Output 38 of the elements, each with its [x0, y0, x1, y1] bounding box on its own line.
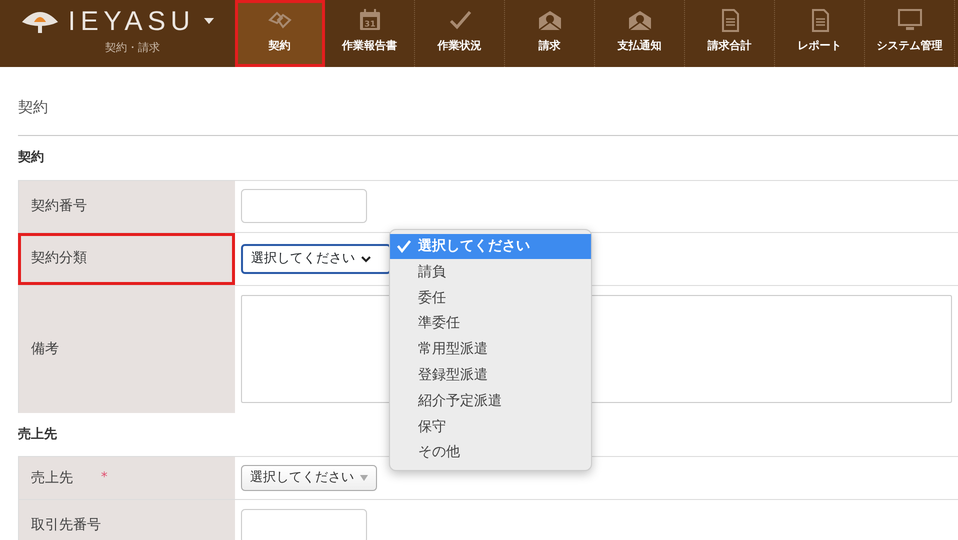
dropdown-option[interactable]: 保守: [390, 414, 591, 440]
caret-icon[interactable]: [203, 16, 216, 26]
field-label: 取引先番号: [18, 500, 235, 540]
dropdown-option[interactable]: 請負: [390, 259, 591, 286]
select-field[interactable]: 選択してください: [241, 244, 391, 274]
field-label: 契約分類: [18, 232, 235, 285]
dropdown-option[interactable]: 委任: [390, 285, 591, 311]
chevron-icon: [361, 254, 371, 263]
nav-tab[interactable]: 請求: [505, 0, 595, 67]
nav-tab[interactable]: システム管理: [865, 0, 955, 67]
nav-tab[interactable]: 契約: [235, 0, 325, 67]
dropdown-option[interactable]: 登録型派遣: [390, 362, 591, 388]
select-field[interactable]: 選択してください: [241, 465, 377, 492]
required-mark: *: [101, 469, 108, 488]
nav-tab[interactable]: レポート: [775, 0, 865, 67]
dropdown-option[interactable]: 常用型派遣: [390, 336, 591, 363]
input-field[interactable]: [241, 189, 367, 224]
logo-text: IEYASU: [68, 6, 196, 36]
check-icon: [396, 238, 412, 254]
field-label: 契約番号: [18, 180, 235, 232]
section-title: 契約: [18, 149, 44, 167]
field-label: 売上先 *: [18, 457, 235, 500]
nav-tab[interactable]: 作業状況: [415, 0, 505, 67]
input-field[interactable]: [241, 508, 367, 540]
nav-tab[interactable]: 31 作業報告書: [325, 0, 415, 67]
caret-icon: [360, 475, 368, 482]
dropdown-option[interactable]: その他: [390, 440, 591, 466]
section-title: 売上先: [18, 426, 57, 444]
envelope-icon: [536, 8, 562, 32]
dropdown-option[interactable]: 紹介予定派遣: [390, 388, 591, 414]
nav-tab[interactable]: 支払通知: [595, 0, 685, 67]
envelope-icon: [626, 8, 652, 32]
dropdown-option[interactable]: 準委任: [390, 310, 591, 337]
app-subtitle: 契約・請求: [105, 40, 160, 56]
field-label: 備考: [18, 286, 235, 413]
monitor-icon: [896, 8, 922, 32]
nav-tab[interactable]: 請求合計: [685, 0, 775, 67]
page-title: 契約: [18, 67, 958, 136]
